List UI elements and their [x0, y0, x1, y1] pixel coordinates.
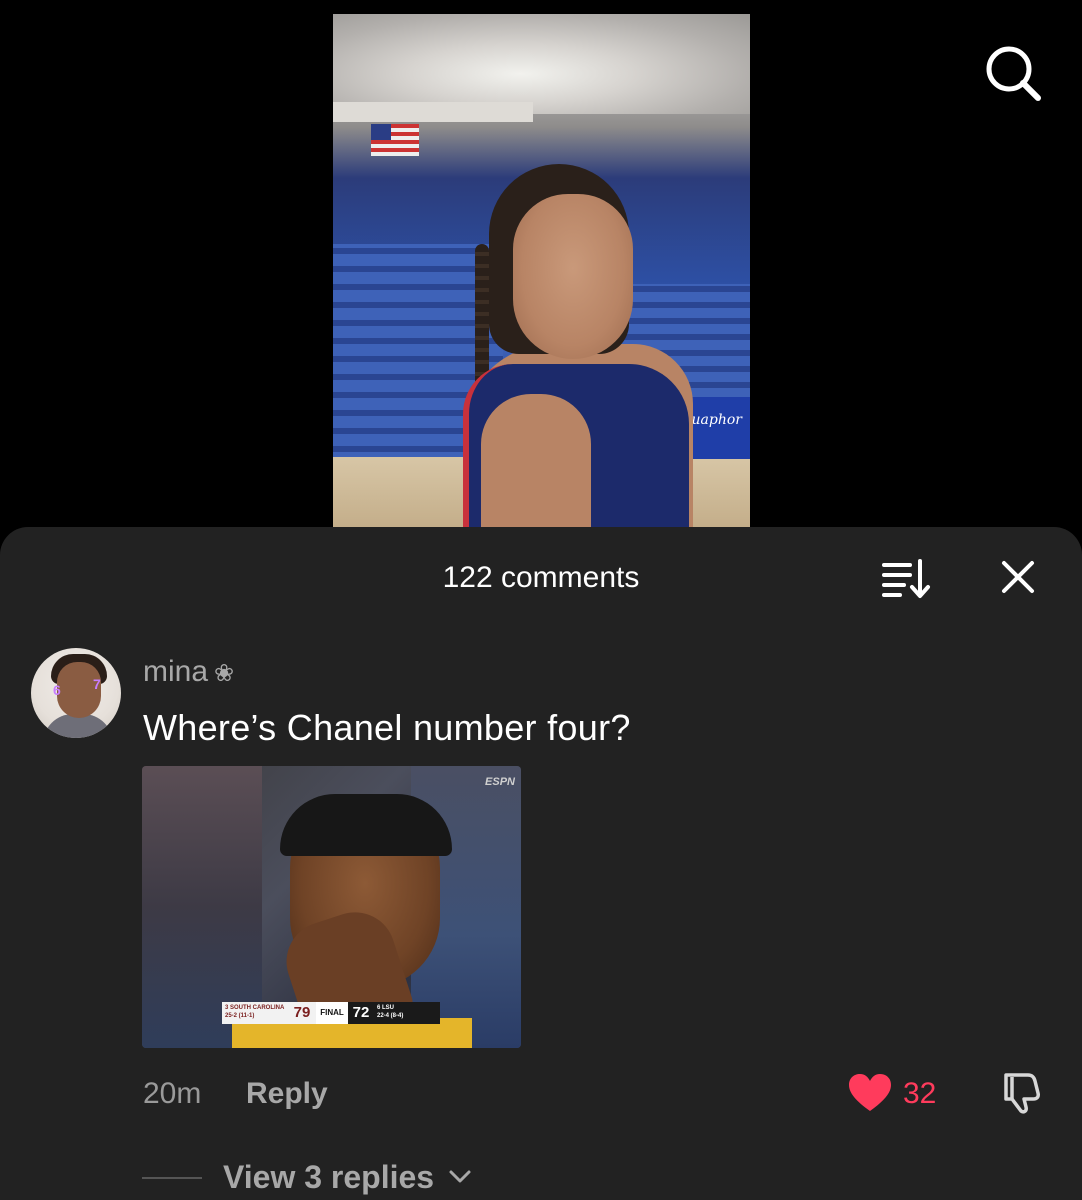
video-preview[interactable]: Aquaphor	[333, 14, 750, 527]
arena-banners	[333, 102, 533, 122]
sort-icon	[882, 559, 930, 598]
sort-button[interactable]	[880, 557, 932, 601]
flower-icon: ❀	[214, 660, 235, 687]
player-figure	[463, 164, 693, 527]
scorebug-team2-name: 6 LSU	[377, 1005, 395, 1011]
scorebug-status: FINAL	[316, 1002, 348, 1024]
us-flag	[371, 124, 419, 156]
player-arm	[481, 394, 591, 527]
player-face	[513, 194, 633, 359]
scorebug-team1: 3 SOUTH CAROLINA 25-2 (11-1)	[222, 1002, 288, 1024]
scorebug-team2: 6 LSU 22-4 (8-4)	[374, 1002, 440, 1024]
view-replies-row[interactable]: View 3 replies	[0, 1147, 1082, 1200]
attachment-headband	[280, 794, 452, 856]
like-count: 32	[903, 1077, 937, 1110]
comment-username[interactable]: mina ❀	[143, 655, 234, 689]
screen: Aquaphor 122 comments 6 7 mina ❀ Where’s…	[0, 0, 1082, 1200]
avatar-sticker-six: 6	[53, 682, 61, 698]
view-replies-button[interactable]: View 3 replies	[223, 1159, 434, 1196]
comment-text: Where’s Chanel number four?	[143, 707, 631, 748]
avatar-sticker-seven: 7	[93, 676, 101, 692]
scorebug-team1-score: 79	[288, 1002, 316, 1024]
arena-ceiling	[333, 14, 750, 114]
replies-divider	[142, 1177, 202, 1179]
comment-image-attachment[interactable]: ESPN 3 SOUTH CAROLINA 25-2 (11-1) 79 FIN…	[142, 766, 521, 1048]
scorebug-team2-score: 72	[348, 1002, 374, 1024]
comment-meta-row: 20m Reply 32	[0, 1065, 1082, 1125]
scorebug: 3 SOUTH CAROLINA 25-2 (11-1) 79 FINAL 72…	[222, 1002, 440, 1024]
dislike-button[interactable]	[998, 1069, 1044, 1115]
comment-timestamp: 20m	[143, 1077, 202, 1110]
scorebug-team2-record: 22-4 (8-4)	[377, 1013, 404, 1019]
close-icon	[1002, 561, 1034, 593]
username-text: mina	[143, 655, 209, 688]
avatar[interactable]: 6 7	[31, 648, 121, 738]
chevron-down-icon	[449, 1170, 471, 1183]
comments-sheet: 122 comments 6 7 mina ❀ Where’s Chanel n…	[0, 527, 1082, 1200]
search-button[interactable]	[982, 42, 1042, 102]
scorebug-team1-record: 25-2 (11-1)	[225, 1013, 255, 1019]
scorebug-team1-name: 3 SOUTH CAROLINA	[225, 1005, 285, 1011]
search-icon	[986, 46, 1041, 101]
thumbs-down-icon	[1004, 1073, 1040, 1114]
reply-button[interactable]: Reply	[246, 1077, 328, 1111]
heart-icon	[849, 1074, 891, 1111]
like-button[interactable]	[848, 1073, 892, 1113]
espn-watermark: ESPN	[485, 776, 515, 788]
close-button[interactable]	[996, 555, 1040, 599]
